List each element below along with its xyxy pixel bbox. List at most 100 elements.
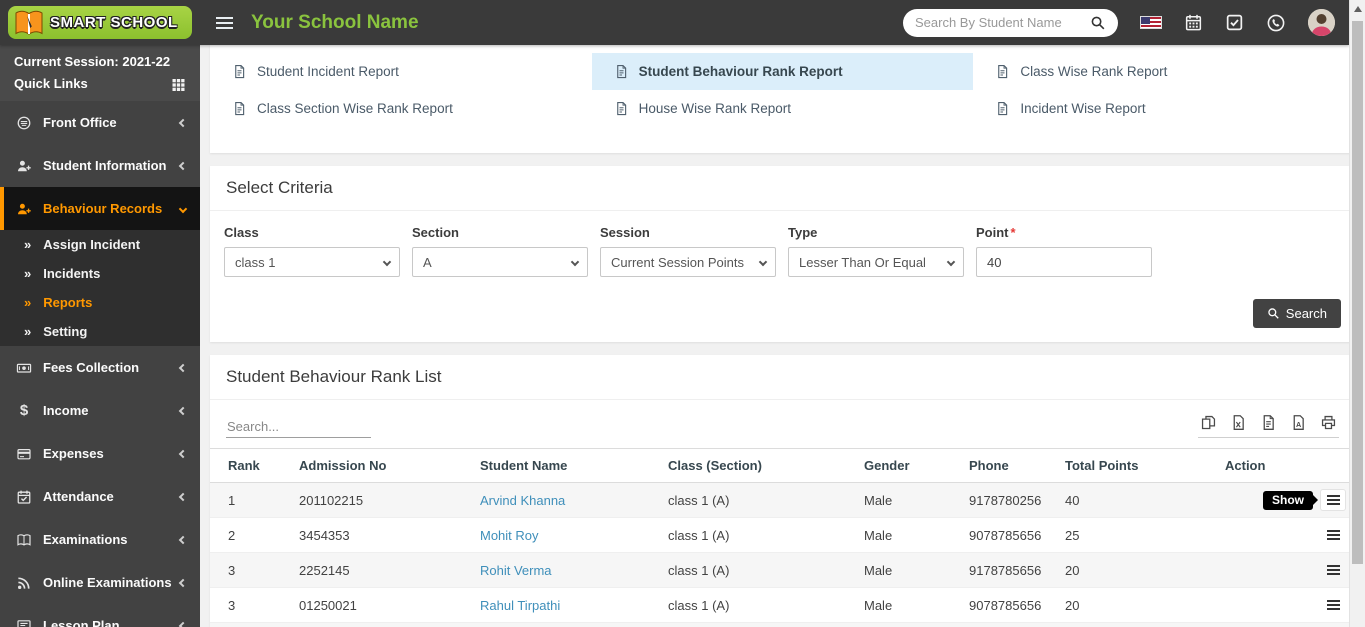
main-content: Student Incident Report Student Behaviou… bbox=[200, 45, 1365, 627]
row-action-menu-icon[interactable] bbox=[1321, 595, 1345, 615]
sidebar-item-online-examinations[interactable]: Online Examinations bbox=[0, 561, 200, 604]
submenu-item-setting[interactable]: » Setting bbox=[0, 317, 200, 346]
table-row: 4 3200125 Vinay Manglani class 1 (A) Mal… bbox=[210, 622, 1355, 627]
row-action-menu-icon[interactable] bbox=[1321, 525, 1345, 545]
table-row: 2 3454353 Mohit Roy class 1 (A) Male 907… bbox=[210, 517, 1355, 553]
point-field: Point * bbox=[976, 225, 1152, 277]
page-scrollbar[interactable] bbox=[1349, 0, 1365, 627]
sidebar-item-attendance[interactable]: Attendance bbox=[0, 475, 200, 518]
session-select[interactable]: Current Session Points bbox=[600, 247, 776, 277]
lesson-board-icon bbox=[16, 618, 32, 627]
search-icon[interactable] bbox=[1090, 15, 1106, 31]
logo-area[interactable]: SMART SCHOOL bbox=[0, 6, 200, 39]
sidebar-item-behaviour-records[interactable]: Behaviour Records bbox=[0, 187, 200, 230]
row-action-menu-icon[interactable] bbox=[1321, 560, 1345, 580]
search-button[interactable]: Search bbox=[1252, 299, 1341, 328]
cell-class-section: class 1 (A) bbox=[658, 622, 854, 627]
cell-phone: 9078785656 bbox=[959, 517, 1055, 553]
excel-export-icon[interactable] bbox=[1230, 414, 1247, 431]
sidebar-item-label: Examinations bbox=[43, 532, 128, 547]
col-admission-no[interactable]: Admission No bbox=[289, 448, 470, 483]
col-student-name[interactable]: Student Name bbox=[470, 448, 658, 483]
student-name-link[interactable]: Arvind Khanna bbox=[480, 493, 565, 508]
select-criteria-title: Select Criteria bbox=[210, 166, 1355, 211]
cell-total-points: 40 bbox=[1055, 482, 1215, 518]
tab-class-wise-rank-report[interactable]: Class Wise Rank Report bbox=[973, 53, 1355, 90]
student-name-link[interactable]: Mohit Roy bbox=[480, 528, 539, 543]
student-search-input[interactable] bbox=[915, 15, 1090, 30]
language-flag-icon[interactable] bbox=[1140, 16, 1162, 29]
student-search-box[interactable] bbox=[903, 8, 1118, 37]
student-name-link[interactable]: Rahul Tirpathi bbox=[480, 598, 560, 613]
tab-class-section-wise-rank-report[interactable]: Class Section Wise Rank Report bbox=[210, 90, 592, 127]
cell-class-section: class 1 (A) bbox=[658, 517, 854, 553]
report-file-icon bbox=[995, 100, 1010, 117]
chevron-left-icon bbox=[178, 118, 188, 127]
cell-total-points: -40 bbox=[1055, 622, 1215, 627]
section-select[interactable]: A bbox=[412, 247, 588, 277]
rank-list-title: Student Behaviour Rank List bbox=[210, 355, 1355, 400]
hamburger-menu-icon[interactable] bbox=[216, 14, 233, 32]
top-header-bar: SMART SCHOOL Your School Name bbox=[0, 0, 1349, 45]
tab-student-incident-report[interactable]: Student Incident Report bbox=[210, 53, 592, 90]
col-total-points[interactable]: Total Points bbox=[1055, 448, 1215, 483]
calendar-icon[interactable] bbox=[1184, 13, 1203, 32]
submenu-item-incidents[interactable]: » Incidents bbox=[0, 259, 200, 288]
row-action-menu-icon[interactable] bbox=[1321, 490, 1345, 510]
class-select[interactable]: class 1 bbox=[224, 247, 400, 277]
table-search-input[interactable] bbox=[226, 416, 371, 438]
sidebar-item-student-information[interactable]: Student Information bbox=[0, 144, 200, 187]
task-check-icon[interactable] bbox=[1225, 13, 1244, 32]
submenu-item-reports[interactable]: » Reports bbox=[0, 288, 200, 317]
tab-student-behaviour-rank-report[interactable]: Student Behaviour Rank Report bbox=[591, 53, 974, 90]
col-rank[interactable]: Rank bbox=[210, 448, 289, 483]
required-asterisk: * bbox=[1010, 225, 1016, 240]
report-file-icon bbox=[232, 100, 247, 117]
report-file-icon bbox=[995, 63, 1010, 80]
sidebar-item-lesson-plan[interactable]: Lesson Plan bbox=[0, 604, 200, 627]
school-name-title: Your School Name bbox=[251, 11, 419, 33]
col-class-section[interactable]: Class (Section) bbox=[658, 448, 854, 483]
student-name-link[interactable]: Rohit Verma bbox=[480, 563, 552, 578]
pdf-export-icon[interactable] bbox=[1290, 414, 1307, 431]
cell-admission-no: 2252145 bbox=[289, 552, 470, 588]
sidebar-item-front-office[interactable]: Front Office bbox=[0, 101, 200, 144]
cell-total-points: 20 bbox=[1055, 552, 1215, 588]
scrollbar-thumb[interactable] bbox=[1352, 21, 1363, 564]
search-icon bbox=[1267, 307, 1280, 320]
point-input[interactable] bbox=[987, 254, 1143, 270]
cell-rank: 4 bbox=[210, 622, 289, 627]
csv-export-icon[interactable] bbox=[1260, 414, 1277, 431]
whatsapp-icon[interactable] bbox=[1266, 13, 1286, 33]
cell-phone: 927800656 bbox=[959, 622, 1055, 627]
rank-table: Rank Admission No Student Name Class (Se… bbox=[210, 448, 1355, 627]
submenu-item-assign-incident[interactable]: » Assign Incident bbox=[0, 230, 200, 259]
cell-admission-no: 01250021 bbox=[289, 587, 470, 623]
table-row: 3 01250021 Rahul Tirpathi class 1 (A) Ma… bbox=[210, 587, 1355, 623]
scrollbar-up-arrow[interactable] bbox=[1354, 6, 1362, 12]
copy-icon[interactable] bbox=[1200, 414, 1217, 431]
sidebar-item-expenses[interactable]: Expenses bbox=[0, 432, 200, 475]
double-chevron-icon: » bbox=[24, 295, 32, 310]
quick-links-grid-icon[interactable] bbox=[171, 76, 186, 91]
select-criteria-card: Select Criteria Class class 1 Section A … bbox=[210, 166, 1355, 342]
print-icon[interactable] bbox=[1320, 414, 1337, 431]
sidebar-item-income[interactable]: $ Income bbox=[0, 389, 200, 432]
col-gender[interactable]: Gender bbox=[854, 448, 959, 483]
tab-incident-wise-report[interactable]: Incident Wise Report bbox=[973, 90, 1355, 127]
col-phone[interactable]: Phone bbox=[959, 448, 1055, 483]
front-office-icon bbox=[16, 115, 32, 131]
type-select[interactable]: Lesser Than Or Equal bbox=[788, 247, 964, 277]
section-label: Section bbox=[412, 225, 459, 240]
report-file-icon bbox=[232, 63, 247, 80]
cell-phone: 9178785656 bbox=[959, 552, 1055, 588]
report-file-icon bbox=[614, 63, 629, 80]
sidebar-item-examinations[interactable]: Examinations bbox=[0, 518, 200, 561]
session-selected-value: Current Session Points bbox=[611, 254, 744, 270]
sidebar-item-label: Student Information bbox=[43, 158, 167, 173]
submenu-item-label: Incidents bbox=[43, 266, 101, 281]
user-avatar[interactable] bbox=[1308, 9, 1335, 36]
tab-house-wise-rank-report[interactable]: House Wise Rank Report bbox=[592, 90, 974, 127]
sidebar-item-label: Fees Collection bbox=[43, 360, 140, 375]
sidebar-item-fees-collection[interactable]: Fees Collection bbox=[0, 346, 200, 389]
